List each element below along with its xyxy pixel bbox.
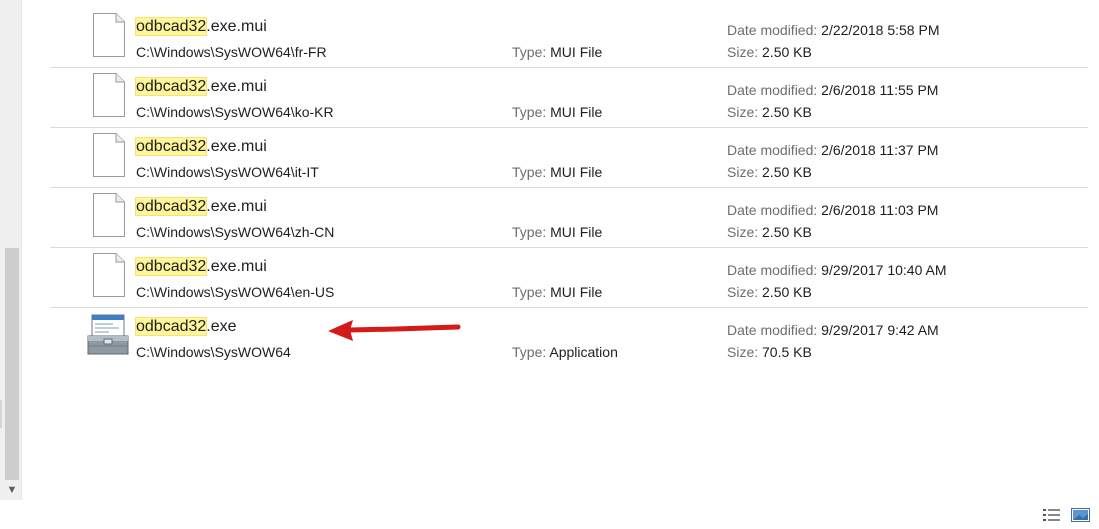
file-size: Size: 2.50 KB — [727, 164, 812, 180]
file-type: Type: MUI File — [512, 104, 603, 120]
file-size: Size: 2.50 KB — [727, 284, 812, 300]
document-icon — [93, 13, 125, 57]
chevron-down-icon[interactable]: ▼ — [4, 482, 20, 498]
vertical-scrollbar[interactable]: ▼ — [0, 0, 22, 500]
search-term-highlight: odbcad32 — [134, 197, 208, 216]
file-type: Type: MUI File — [512, 164, 603, 180]
date-modified: Date modified: 2/6/2018 11:55 PM — [727, 82, 939, 98]
date-modified: Date modified: 2/6/2018 11:37 PM — [727, 142, 939, 158]
details-view-icon[interactable] — [1042, 507, 1062, 523]
date-modified: Date modified: 9/29/2017 10:40 AM — [727, 262, 947, 278]
file-path: C:\Windows\SysWOW64\fr-FR — [136, 44, 327, 60]
pane-edge — [0, 400, 2, 428]
file-name[interactable]: odbcad32.exe.mui — [134, 137, 267, 156]
toolbox-application-icon — [87, 314, 129, 355]
file-path: C:\Windows\SysWOW64\ko-KR — [136, 104, 334, 120]
red-arrow-annotation — [328, 320, 461, 341]
file-path: C:\Windows\SysWOW64 — [136, 344, 291, 360]
document-icon — [93, 253, 125, 297]
date-modified: Date modified: 2/22/2018 5:58 PM — [727, 22, 940, 38]
file-size: Size: 2.50 KB — [727, 104, 812, 120]
date-modified: Date modified: 2/6/2018 11:03 PM — [727, 202, 939, 218]
file-name[interactable]: odbcad32.exe.mui — [134, 257, 267, 276]
date-modified: Date modified: 9/29/2017 9:42 AM — [727, 322, 939, 338]
result-row[interactable]: odbcad32.exe.mui C:\Windows\SysWOW64\ko-… — [50, 68, 1088, 128]
search-results-list: odbcad32.exe.mui C:\Windows\SysWOW64\fr-… — [50, 8, 1088, 367]
search-term-highlight: odbcad32 — [134, 257, 208, 276]
file-path: C:\Windows\SysWOW64\it-IT — [136, 164, 319, 180]
file-type: Type: MUI File — [512, 44, 603, 60]
file-name[interactable]: odbcad32.exe — [134, 317, 237, 336]
file-name[interactable]: odbcad32.exe.mui — [134, 17, 267, 36]
document-icon — [93, 73, 125, 117]
search-term-highlight: odbcad32 — [134, 317, 208, 336]
result-row[interactable]: odbcad32.exe.mui C:\Windows\SysWOW64\it-… — [50, 128, 1088, 188]
search-term-highlight: odbcad32 — [134, 17, 208, 36]
scrollbar-thumb[interactable] — [5, 248, 19, 480]
file-size: Size: 2.50 KB — [727, 44, 812, 60]
file-name[interactable]: odbcad32.exe.mui — [134, 197, 267, 216]
result-row[interactable]: odbcad32.exe.mui C:\Windows\SysWOW64\fr-… — [50, 8, 1088, 68]
result-row[interactable]: odbcad32.exe.mui C:\Windows\SysWOW64\zh-… — [50, 188, 1088, 248]
file-size: Size: 2.50 KB — [727, 224, 812, 240]
file-type: Type: Application — [512, 344, 618, 360]
file-type: Type: MUI File — [512, 224, 603, 240]
file-type: Type: MUI File — [512, 284, 603, 300]
search-term-highlight: odbcad32 — [134, 77, 208, 96]
search-term-highlight: odbcad32 — [134, 137, 208, 156]
result-row[interactable]: odbcad32.exe.mui C:\Windows\SysWOW64\en-… — [50, 248, 1088, 308]
file-path: C:\Windows\SysWOW64\en-US — [136, 284, 335, 300]
document-icon — [93, 193, 125, 237]
file-name[interactable]: odbcad32.exe.mui — [134, 77, 267, 96]
file-path: C:\Windows\SysWOW64\zh-CN — [136, 224, 335, 240]
document-icon — [93, 133, 125, 177]
result-row[interactable]: odbcad32.exe C:\Windows\SysWOW64 Type: A… — [50, 308, 1088, 367]
file-size: Size: 70.5 KB — [727, 344, 812, 360]
large-icons-view-icon[interactable] — [1071, 508, 1090, 522]
